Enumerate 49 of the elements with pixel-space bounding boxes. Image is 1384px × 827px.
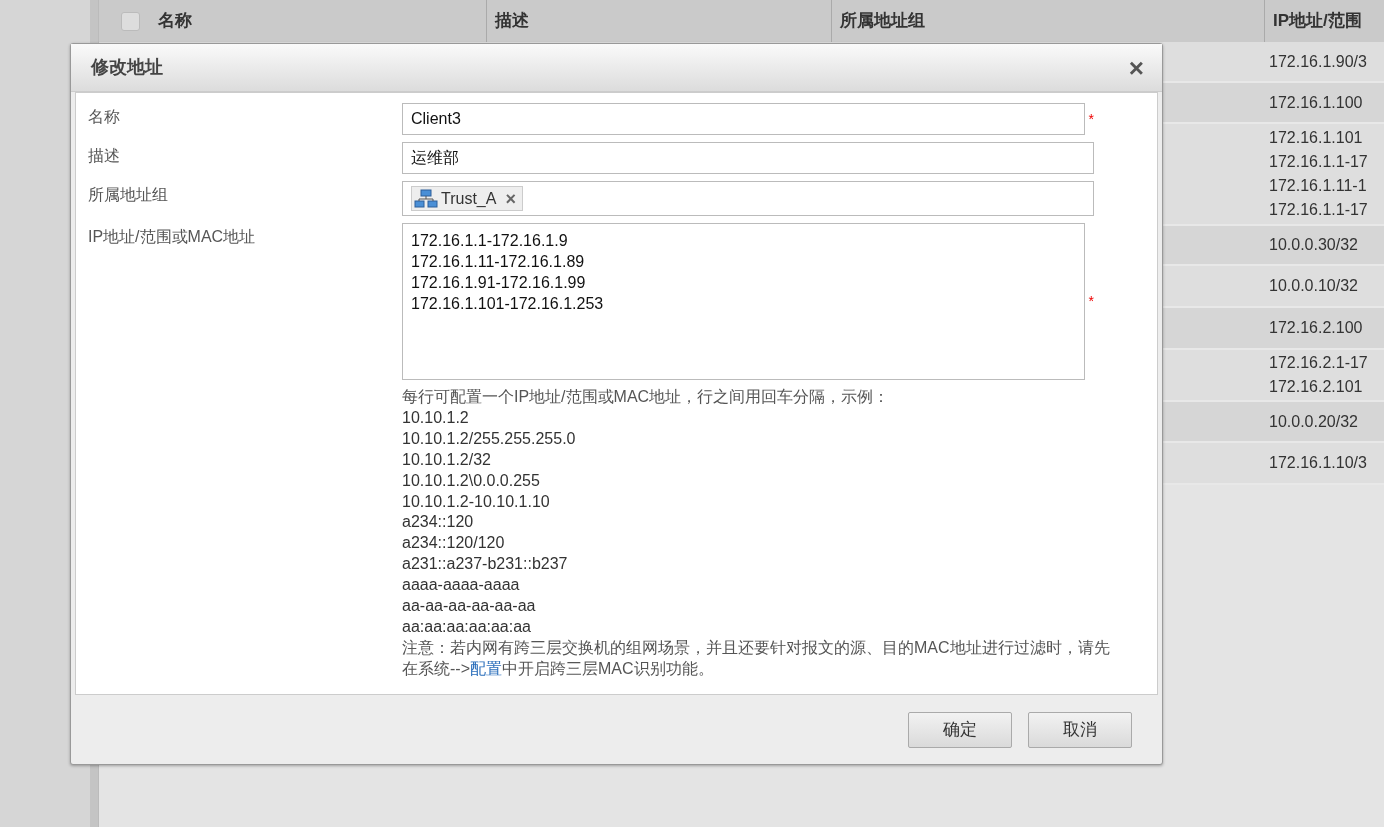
column-header[interactable]: 描述 [495, 8, 529, 34]
table-cell-text: 10.0.0.10/32 [1269, 276, 1358, 296]
field-label: 所属地址组 [88, 185, 169, 205]
column-header[interactable]: IP地址/范围 [1273, 8, 1362, 34]
input-field[interactable]: 运维部 [402, 142, 1094, 174]
help-text: 每行可配置一个IP地址/范围或MAC地址，行之间用回车分隔，示例： [402, 387, 891, 407]
column-header[interactable]: 所属地址组 [840, 8, 925, 34]
table-cell-text: 172.16.1.10/3 [1269, 453, 1367, 473]
tag-label: Trust_A [441, 188, 497, 209]
table-cell-text: 172.16.2.1-17 [1269, 353, 1368, 373]
table-cell-text: 172.16.1.101 [1269, 128, 1363, 148]
example-text: aa-aa-aa-aa-aa-aa [402, 596, 537, 617]
column-header[interactable]: 名称 [158, 8, 192, 34]
remove-tag-button[interactable]: × [505, 189, 516, 208]
example-text: 10.10.1.2-10.10.1.10 [402, 491, 551, 512]
confirm-button[interactable]: 确定 [908, 711, 1012, 748]
required-mark: * [1088, 292, 1094, 311]
example-text: 10.10.1.2\0.0.0.255 [402, 470, 541, 491]
group-field[interactable]: Trust_A × [402, 181, 1094, 216]
table-cell-text: 10.0.0.20/32 [1269, 411, 1358, 432]
table-cell-text: 10.0.0.30/32 [1269, 235, 1358, 255]
cancel-button[interactable]: 取消 [1028, 711, 1132, 748]
table-cell-text: 172.16.1.90/3 [1269, 51, 1367, 72]
input-field[interactable]: Client3 [402, 103, 1085, 135]
select-all-checkbox[interactable] [121, 11, 140, 31]
example-text: a234::120 [402, 512, 475, 533]
example-text: a231::a237-b231::b237 [402, 554, 569, 575]
note-text: 注意：若内网有跨三层交换机的组网场景，并且还要针对报文的源、目的MAC地址进行过滤时，请先在系统-->配置中开启跨三层MAC识别功能。 [402, 637, 1111, 679]
field-label: IP地址/范围或MAC地址 [88, 227, 257, 247]
field-label: 描述 [88, 146, 121, 166]
table-cell-text: 172.16.1.1-17 [1269, 152, 1368, 172]
example-text: 10.10.1.2/32 [402, 449, 492, 470]
dialog-title: 修改地址 [91, 56, 163, 79]
network-icon [414, 188, 438, 209]
close-button[interactable]: × [1128, 54, 1144, 81]
table-cell-text: 172.16.2.101 [1269, 377, 1363, 397]
config-link[interactable]: 配置 [470, 659, 502, 677]
table-cell-text: 172.16.1.1-17 [1269, 200, 1368, 220]
example-text: aaaa-aaaa-aaaa [402, 575, 521, 596]
table-cell-text: 172.16.2.100 [1269, 318, 1363, 338]
example-text: 10.10.1.2/255.255.255.0 [402, 428, 577, 449]
table-cell-text: 172.16.1.100 [1269, 92, 1363, 113]
input-field[interactable]: 172.16.1.1-172.16.1.9 172.16.1.11-172.16.1.89 172.16.1.91-172.16.1.99 172.16.1.101-172.16.1.253 [402, 223, 1085, 380]
example-text: a234::120/120 [402, 533, 506, 554]
required-mark: * [1088, 109, 1094, 129]
table-cell-text: 172.16.1.11-1 [1269, 176, 1367, 196]
example-text: aa:aa:aa:aa:aa:aa [402, 616, 532, 637]
field-label: 名称 [88, 107, 121, 127]
example-text: 10.10.1.2 [402, 407, 470, 428]
